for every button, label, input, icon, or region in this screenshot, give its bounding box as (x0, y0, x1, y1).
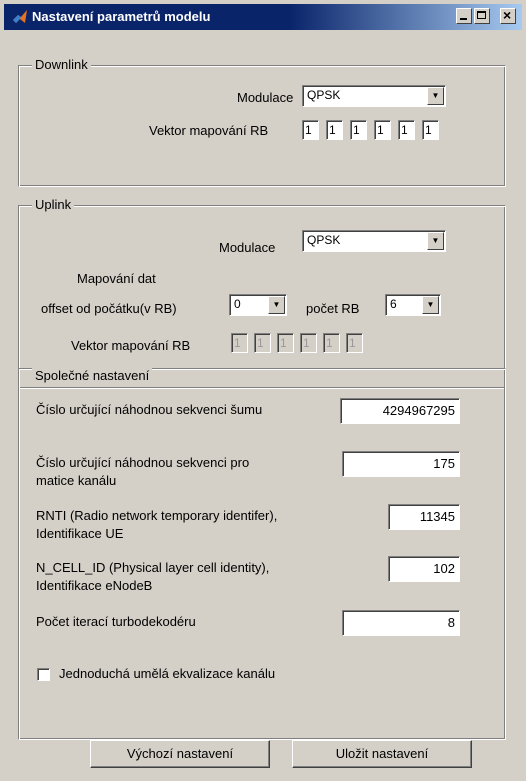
downlink-modulation-label: Modulace (237, 90, 294, 105)
cellid-label-line2: Identifikace eNodeB (36, 578, 153, 593)
maximize-button[interactable] (474, 8, 490, 24)
channel-seed-field[interactable]: 175 (342, 451, 460, 477)
dialog-body: Downlink Modulace QPSK ▼ Vektor mapování… (4, 30, 522, 777)
window-title: Nastavení parametrů modelu (32, 9, 211, 24)
uplink-modulation-select[interactable]: QPSK ▼ (302, 230, 446, 252)
chevron-down-icon[interactable]: ▼ (268, 296, 285, 314)
equalization-checkbox[interactable] (37, 668, 50, 681)
dialog-window: Nastavení parametrů modelu × Downlink Mo… (0, 0, 526, 781)
rnti-field[interactable]: 11345 (388, 504, 460, 530)
downlink-vector-label: Vektor mapování RB (149, 123, 269, 138)
downlink-vector-cell[interactable]: 1 (302, 120, 319, 140)
downlink-vector-cell[interactable]: 1 (350, 120, 367, 140)
minimize-icon (460, 18, 467, 20)
minimize-button[interactable] (456, 8, 472, 24)
iterations-field[interactable]: 8 (342, 610, 460, 636)
uplink-legend: Uplink (32, 197, 75, 212)
downlink-vector-cell[interactable]: 1 (326, 120, 343, 140)
title-bar[interactable]: Nastavení parametrů modelu × (4, 4, 522, 30)
uplink-offset-label: offset od počátku(v RB) (41, 301, 177, 316)
uplink-vector-cell: 1 (323, 333, 340, 353)
iterations-label: Počet iterací turbodekodéru (36, 614, 196, 629)
close-icon: × (503, 7, 512, 23)
close-button[interactable]: × (500, 7, 516, 24)
equalization-label[interactable]: Jednoduchá umělá ekvalizace kanálu (59, 666, 275, 681)
matlab-icon (13, 10, 27, 23)
common-legend: Společné nastavení (32, 368, 153, 383)
uplink-count-label: počet RB (306, 301, 360, 316)
uplink-vector-cell: 1 (231, 333, 248, 353)
uplink-vector-cell: 1 (277, 333, 294, 353)
downlink-vector-cell[interactable]: 1 (374, 120, 391, 140)
rnti-label-line1: RNTI (Radio network temporary identifer)… (36, 508, 278, 523)
downlink-vector-cell[interactable]: 1 (398, 120, 415, 140)
uplink-count-value: 6 (390, 297, 397, 311)
chevron-down-icon[interactable]: ▼ (427, 232, 444, 250)
downlink-legend: Downlink (32, 57, 91, 72)
downlink-modulation-value: QPSK (307, 88, 341, 102)
default-settings-button[interactable]: Výchozí nastavení (90, 740, 270, 768)
maximize-icon (477, 11, 486, 19)
uplink-modulation-label: Modulace (219, 240, 276, 255)
chevron-down-icon[interactable]: ▼ (422, 296, 439, 314)
uplink-vector-label: Vektor mapování RB (71, 338, 191, 353)
noise-seed-field[interactable]: 4294967295 (340, 398, 460, 424)
uplink-offset-select[interactable]: 0 ▼ (229, 294, 287, 316)
uplink-vector-cell: 1 (346, 333, 363, 353)
save-settings-button[interactable]: Uložit nastavení (292, 740, 472, 768)
cellid-field[interactable]: 102 (388, 556, 460, 582)
uplink-modulation-value: QPSK (307, 233, 341, 247)
downlink-vector-cell[interactable]: 1 (422, 120, 439, 140)
channel-seed-label-line1: Číslo určující náhodnou sekvenci pro (36, 455, 250, 470)
uplink-mapping-title: Mapování dat (77, 271, 156, 286)
chevron-down-icon[interactable]: ▼ (427, 87, 444, 105)
uplink-count-select[interactable]: 6 ▼ (385, 294, 441, 316)
uplink-vector-cell: 1 (254, 333, 271, 353)
downlink-modulation-select[interactable]: QPSK ▼ (302, 85, 446, 107)
channel-seed-label-line2: matice kanálu (36, 473, 117, 488)
uplink-offset-value: 0 (234, 297, 241, 311)
noise-seed-label: Číslo určující náhodnou sekvenci šumu (36, 402, 263, 417)
uplink-vector-cell: 1 (300, 333, 317, 353)
rnti-label-line2: Identifikace UE (36, 526, 124, 541)
cellid-label-line1: N_CELL_ID (Physical layer cell identity)… (36, 560, 270, 575)
